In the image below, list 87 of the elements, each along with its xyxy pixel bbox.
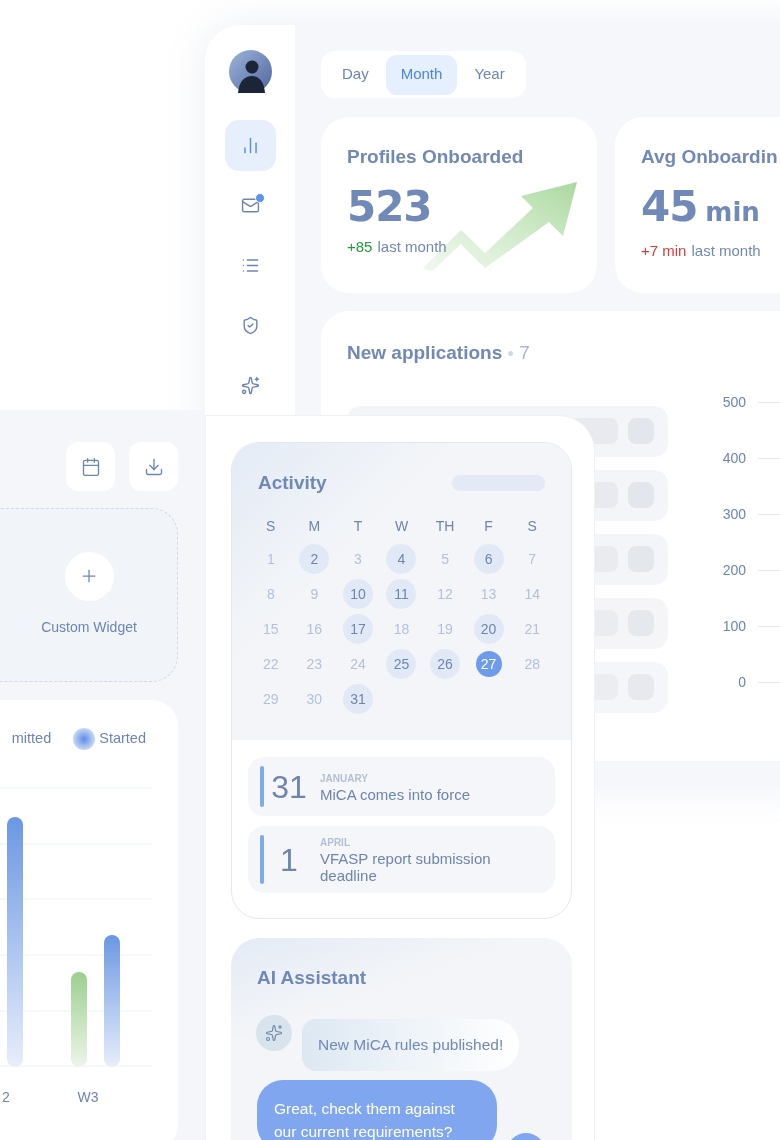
weekday-label: S	[265, 516, 277, 536]
calendar-day[interactable]: 17	[344, 616, 371, 642]
legend-label: Started	[99, 729, 146, 749]
event-item[interactable]: 1 APRIL VFASP report submission deadline	[248, 826, 555, 893]
calendar-day[interactable]: 13	[475, 581, 502, 607]
add-widget-tile[interactable]: Custom Widget	[0, 508, 178, 682]
calendar-day[interactable]: 9	[301, 581, 328, 607]
shield-check-icon	[240, 316, 260, 335]
period-tab[interactable]: Day	[327, 54, 384, 95]
list-icon	[240, 256, 260, 275]
calendar-day[interactable]: 5	[432, 546, 459, 572]
stat-title: Avg Onboardin	[641, 145, 779, 169]
calendar-day[interactable]: 26	[432, 651, 459, 677]
event-month: APRIL	[320, 836, 351, 850]
calendar-day[interactable]: 29	[257, 686, 284, 712]
calendar-day[interactable]: 6	[475, 546, 502, 572]
stat-note: last month	[377, 236, 447, 257]
calendar-day[interactable]: 15	[257, 616, 284, 642]
axis-label: 100	[721, 617, 746, 636]
card-title: AI Assistant	[257, 966, 368, 990]
axis-label: 0	[737, 673, 746, 692]
stat-value: 45	[641, 185, 698, 228]
stat-note: last month	[691, 240, 761, 261]
card-title: Activity	[258, 471, 327, 495]
axis-label: 2	[1, 1087, 11, 1107]
message-bubble: New MiCA rules published!	[302, 1018, 520, 1071]
download-button[interactable]	[129, 442, 178, 491]
calendar-day[interactable]: 16	[301, 616, 328, 642]
calendar-day[interactable]: 22	[257, 651, 284, 677]
calendar-day[interactable]: 1	[257, 546, 284, 572]
stat-delta: +85	[347, 236, 373, 257]
weekday-label: M	[307, 516, 322, 536]
sparkles-icon	[265, 1023, 283, 1042]
calendar-day[interactable]: 27	[475, 651, 502, 677]
stat-unit: min	[705, 195, 760, 229]
calendar-day[interactable]: 19	[432, 616, 459, 642]
calendar-button[interactable]	[66, 442, 115, 491]
calendar-day[interactable]: 21	[519, 616, 546, 642]
event-month: JANUARY	[320, 771, 369, 786]
axis-label: 200	[721, 561, 746, 580]
calendar-day[interactable]: 7	[519, 546, 546, 572]
calendar-day[interactable]: 3	[344, 546, 371, 572]
calendar-day[interactable]: 2	[301, 546, 328, 572]
calendar-day[interactable]: 12	[432, 581, 459, 607]
calendar-day[interactable]: 23	[301, 651, 328, 677]
period-tab[interactable]: Month	[385, 54, 458, 95]
axis-label: 400	[721, 449, 746, 468]
sparkles-icon	[240, 376, 260, 395]
mail-icon	[240, 196, 260, 215]
calendar-day[interactable]: 14	[519, 581, 546, 607]
calendar-icon	[80, 456, 101, 477]
legend-label: mitted	[11, 729, 52, 749]
calendar-day[interactable]: 25	[388, 651, 415, 677]
calendar-day[interactable]: 18	[388, 616, 415, 642]
weekday-label: F	[483, 516, 494, 536]
stat-value: 523	[347, 185, 432, 228]
calendar-day[interactable]: 4	[388, 546, 415, 572]
calendar-day[interactable]: 30	[301, 686, 328, 712]
calendar-day[interactable]: 20	[475, 616, 502, 642]
calendar-day[interactable]: 10	[344, 581, 371, 607]
event-marker	[260, 835, 264, 884]
weekday-label: S	[526, 516, 538, 536]
applications-count: 7	[519, 341, 530, 365]
axis-label: 500	[721, 393, 746, 412]
download-icon	[143, 456, 164, 477]
event-marker	[260, 766, 264, 807]
calendar-day[interactable]: 11	[388, 581, 415, 607]
event-day: 31	[264, 770, 314, 803]
event-day: 1	[264, 843, 314, 876]
stat-delta: +7 min	[641, 240, 687, 261]
weekday-label: TH	[434, 516, 456, 536]
calendar-day[interactable]: 28	[519, 651, 546, 677]
axis-label: W3	[76, 1087, 100, 1107]
message-bubble: Great, check them against our current requirements?	[257, 1079, 497, 1140]
widget-label: Custom Widget	[41, 617, 137, 637]
calendar-day[interactable]: 24	[344, 651, 371, 677]
event-title: VFASP report submission deadline	[320, 850, 492, 884]
stat-title: Profiles Onboarded	[347, 145, 525, 169]
axis-label: 300	[721, 505, 746, 524]
weekday-label: T	[352, 516, 364, 536]
calendar-day[interactable]: 31	[344, 686, 371, 712]
card-title: New applications	[347, 341, 503, 365]
calendar-day[interactable]: 8	[257, 581, 284, 607]
weekday-label: W	[393, 516, 410, 536]
avatar[interactable]	[228, 50, 272, 93]
period-tab[interactable]: Year	[459, 54, 520, 95]
event-title: MiCA comes into force	[320, 785, 471, 803]
